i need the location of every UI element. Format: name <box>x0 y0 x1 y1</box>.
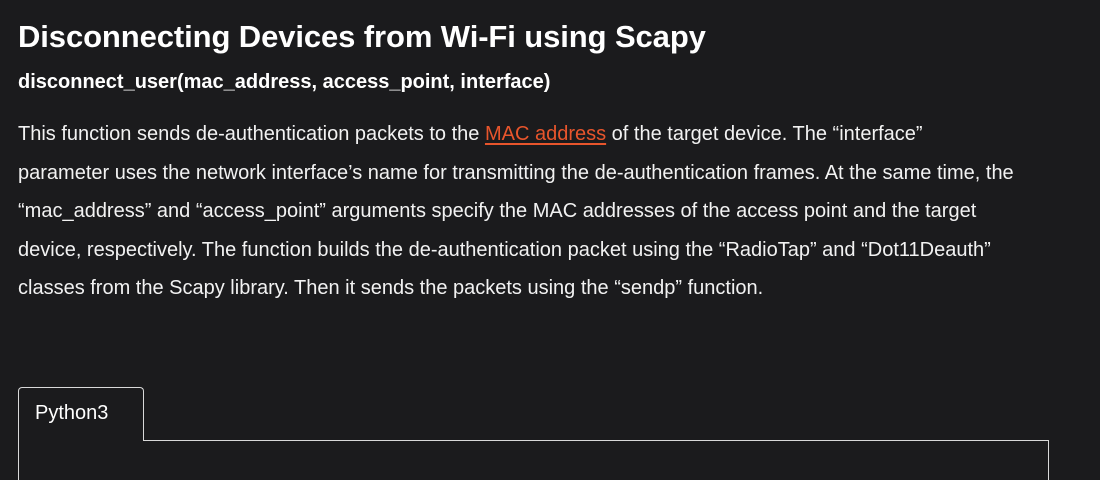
code-tabs: Python3 <box>18 387 1049 480</box>
description-text-after: of the target device. The “interface” pa… <box>18 123 1014 299</box>
function-signature: disconnect_user(mac_address, access_poin… <box>18 71 551 93</box>
mac-address-link[interactable]: MAC address <box>485 123 606 145</box>
tab-python3[interactable]: Python3 <box>18 387 144 441</box>
description-text-before: This function sends de-authentication pa… <box>18 123 485 145</box>
page-title: Disconnecting Devices from Wi-Fi using S… <box>18 19 706 54</box>
code-panel <box>18 440 1049 480</box>
description-paragraph: This function sends de-authentication pa… <box>18 115 1018 308</box>
